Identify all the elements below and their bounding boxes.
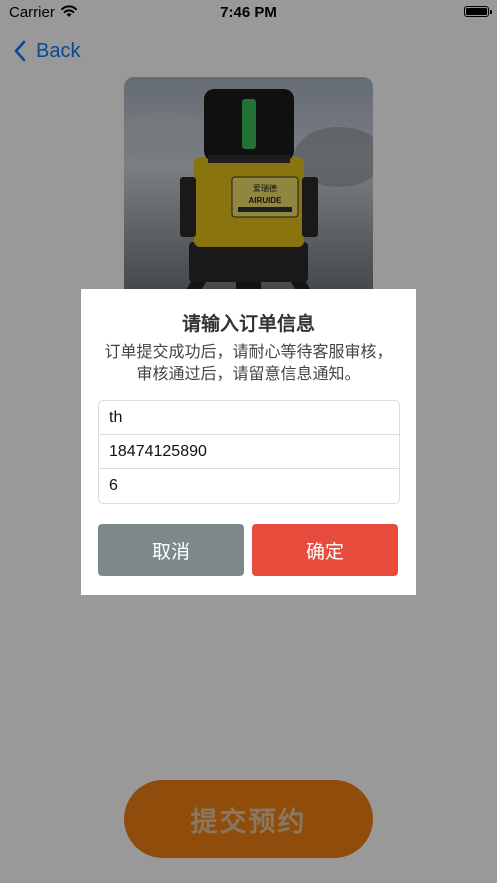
dialog-title: 请输入订单信息	[181, 313, 315, 335]
quantity-input[interactable]	[109, 477, 399, 495]
name-field	[99, 401, 399, 435]
cancel-button[interactable]: 取消	[98, 524, 244, 576]
phone-field	[99, 435, 399, 469]
phone-input[interactable]	[109, 442, 399, 461]
name-input[interactable]	[109, 408, 399, 427]
dialog-message: 订单提交成功后，请耐心等待客服审核，审核通过后，请留意信息通知。	[104, 342, 393, 383]
confirm-button[interactable]: 确定	[252, 524, 398, 576]
quantity-field	[99, 469, 399, 503]
order-info-dialog: 请输入订单信息 订单提交成功后，请耐心等待客服审核，审核通过后，请留意信息通知。…	[81, 289, 416, 595]
order-fields	[98, 400, 400, 504]
